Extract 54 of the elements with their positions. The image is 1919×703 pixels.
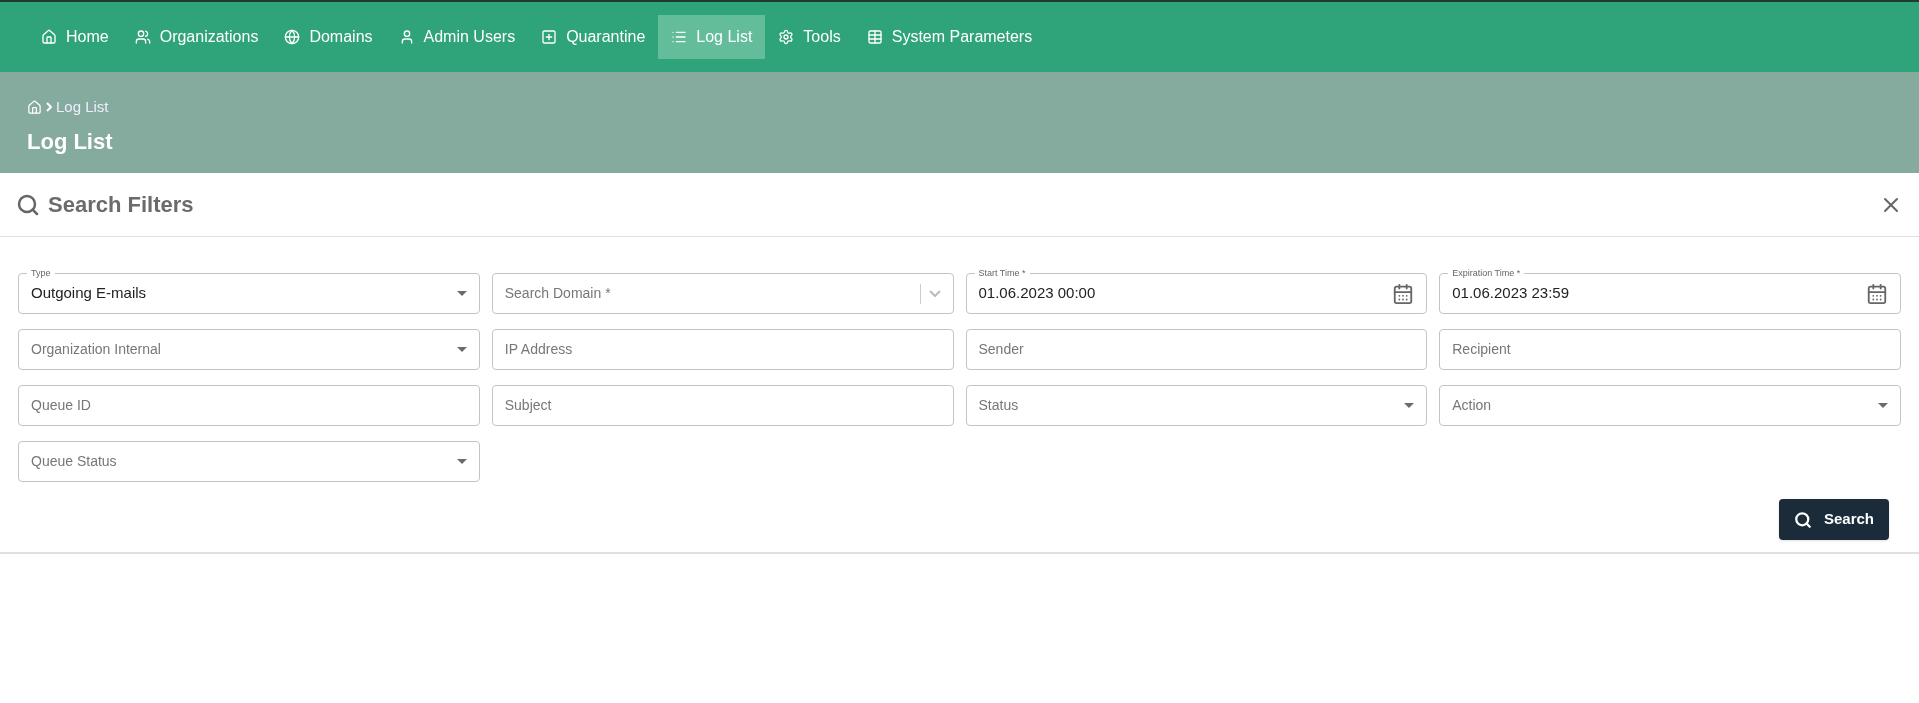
form-field[interactable]: Recipient [1439, 329, 1901, 370]
home-icon[interactable] [27, 99, 42, 115]
field-placeholder: Search Domain * [504, 284, 611, 303]
dropdown-caret-icon [456, 347, 467, 352]
field-placeholder: Subject [504, 396, 552, 415]
nav-item[interactable]: Quarantine [528, 15, 659, 59]
form-field[interactable]: Organization Internal [18, 329, 480, 370]
chevron-right-icon [46, 102, 52, 113]
form-field[interactable]: Status [965, 385, 1428, 426]
field-placeholder: Recipient [1452, 340, 1511, 359]
calendar-icon[interactable] [1866, 282, 1888, 305]
form-field[interactable]: Sender [965, 329, 1428, 370]
page-title: Log List [27, 127, 114, 156]
form-field[interactable]: Action [1439, 385, 1901, 426]
dropdown-caret-icon [456, 459, 467, 464]
dropdown-caret-icon [456, 291, 467, 296]
nav-item[interactable]: Admin Users [385, 15, 529, 59]
filters-title: Search Filters [48, 191, 194, 219]
dropdown-caret-icon [1404, 403, 1415, 408]
search-icon [1793, 510, 1812, 529]
chevron-icon [928, 290, 941, 297]
form-field[interactable]: Queue Status [18, 441, 480, 482]
dropdown-caret-icon [1878, 403, 1888, 408]
breadcrumb-current: Log List [56, 97, 109, 117]
gear-icon [778, 29, 795, 45]
calendar-icon[interactable] [1392, 282, 1415, 305]
nav-item[interactable]: Tools [765, 15, 854, 59]
field-placeholder: Status [978, 396, 1019, 415]
field-label: Expiration Time * [1448, 266, 1525, 280]
field-placeholder: Organization Internal [31, 340, 161, 359]
form-field[interactable]: Subject [491, 385, 954, 426]
search-icon [16, 192, 40, 217]
field-placeholder: IP Address [504, 340, 573, 359]
field-value: Outgoing E-mails [31, 283, 147, 304]
users-icon [134, 29, 151, 45]
field-placeholder: Sender [978, 340, 1024, 359]
plus-square-icon [541, 29, 558, 45]
nav-item[interactable]: Domains [271, 15, 386, 59]
search-button[interactable]: Search [1778, 499, 1889, 540]
nav-item[interactable]: Home [28, 15, 122, 59]
field-value: 01.06.2023 00:00 [978, 283, 1096, 304]
nav-item[interactable]: System Parameters [853, 15, 1046, 59]
home-icon [41, 29, 57, 45]
nav-item[interactable]: Organizations [121, 15, 272, 59]
form-field[interactable]: Search Domain * [491, 273, 954, 314]
globe-icon [284, 29, 301, 45]
form-field[interactable]: IP Address [491, 329, 954, 370]
field-placeholder: Queue ID [31, 396, 91, 415]
field-placeholder: Queue Status [31, 452, 117, 471]
field-placeholder: Action [1452, 396, 1492, 415]
field-value: 01.06.2023 23:59 [1452, 283, 1570, 304]
table-icon [866, 29, 883, 45]
list-icon [671, 29, 688, 45]
form-field[interactable]: Queue ID [18, 385, 480, 426]
